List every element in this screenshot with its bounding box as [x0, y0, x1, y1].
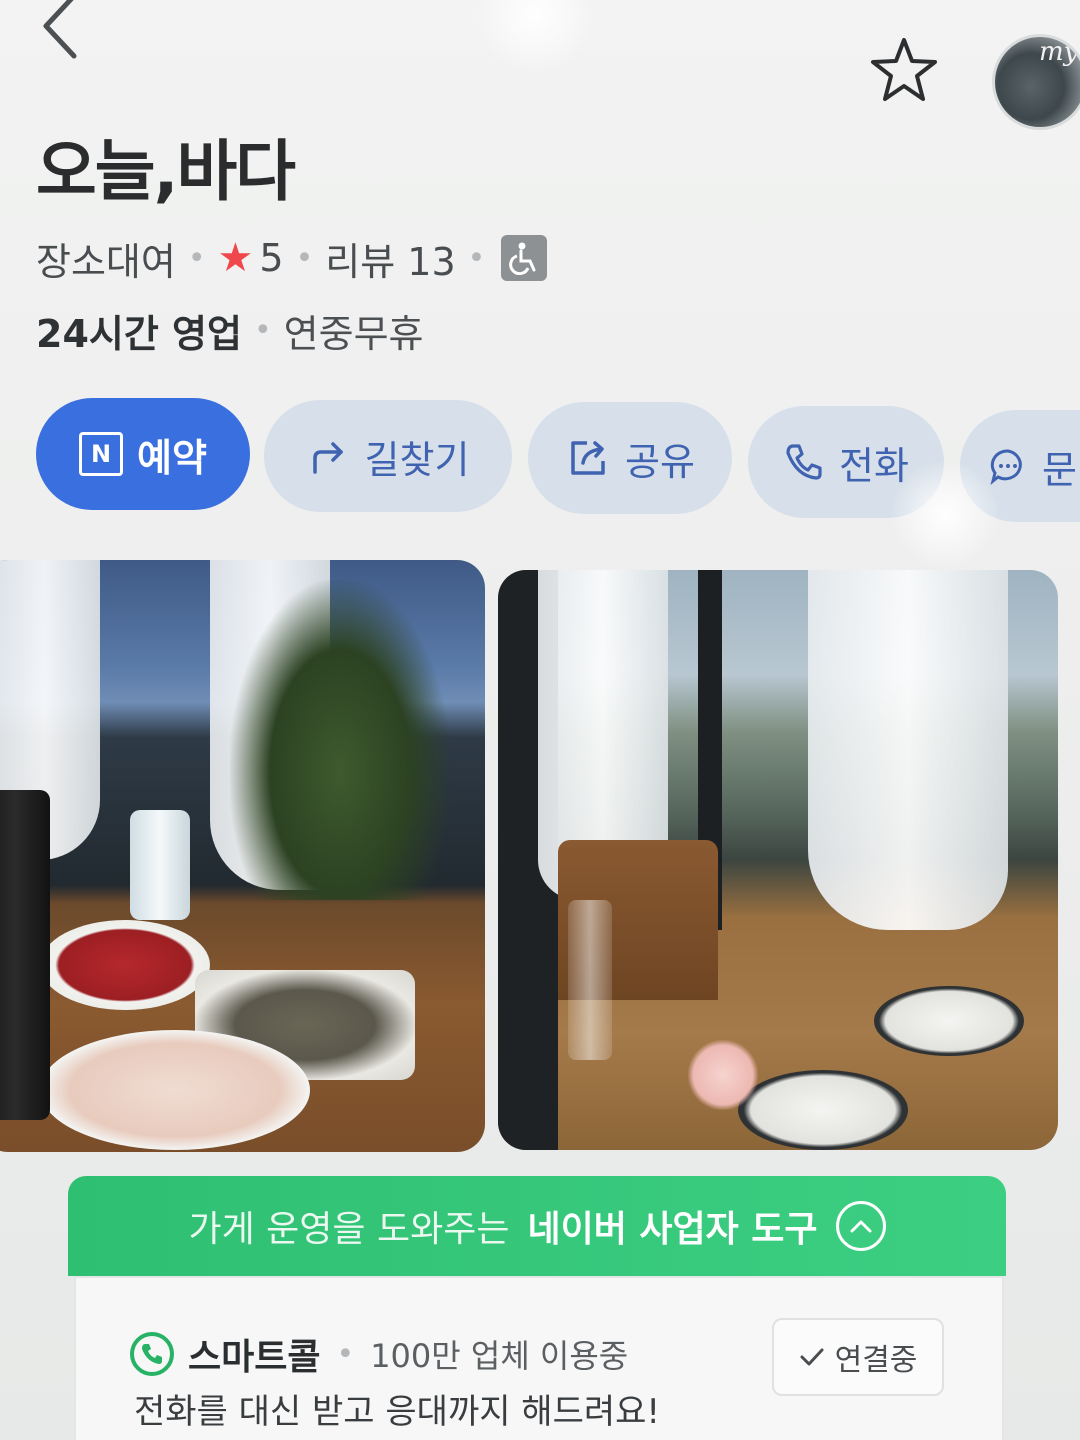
banner-text-prefix: 가게 운영을 도와주는 — [188, 1209, 510, 1250]
share-label: 공유 — [625, 439, 695, 484]
avatar[interactable]: my — [992, 34, 1080, 130]
wheelchair-icon — [501, 235, 548, 281]
inquiry-label: 문 — [1042, 447, 1077, 492]
rating-star-icon: ★ — [217, 235, 254, 281]
glass-image — [568, 900, 612, 1060]
business-hours: 24시간 영업 • 연중무휴 — [36, 302, 424, 358]
checkmark-icon — [800, 1348, 824, 1366]
place-category: 장소대여 — [36, 239, 176, 284]
connection-status-button[interactable]: 연결중 — [772, 1318, 944, 1396]
reserve-label: 예약 — [137, 435, 207, 480]
chat-bubble-icon — [988, 446, 1028, 486]
separator-dot: • — [336, 1336, 355, 1372]
directions-label: 길찾기 — [364, 437, 470, 482]
back-button[interactable] — [28, 0, 88, 60]
directions-button[interactable]: 길찾기 — [264, 400, 512, 512]
share-icon — [565, 435, 611, 481]
screen-glare — [470, 0, 600, 70]
flower-image — [688, 1040, 758, 1110]
chevron-left-icon — [43, 0, 77, 59]
smartcall-name: 스마트콜 — [188, 1337, 321, 1378]
phone-icon — [783, 441, 825, 483]
star-outline-icon — [871, 38, 937, 101]
hours-status: 24시간 영업 — [36, 311, 242, 356]
smartcall-usage: 100만 업체 이용중 — [370, 1337, 629, 1375]
smartcall-description: 전화를 대신 받고 응대까지 해드려요! — [134, 1392, 661, 1432]
connection-status-label: 연결중 — [834, 1343, 918, 1378]
closed-days: 연중무휴 — [283, 311, 424, 356]
call-label: 전화 — [839, 443, 909, 488]
naver-calendar-icon: N — [79, 432, 124, 476]
chevron-up-icon[interactable] — [835, 1201, 886, 1251]
place-meta: 장소대여 • ★ 5 • 리뷰 13 • — [36, 228, 548, 288]
curtain-shape — [808, 570, 1008, 930]
screen-glare — [890, 460, 1000, 570]
avatar-label: my — [1039, 37, 1079, 67]
fish-plate-image — [40, 1030, 310, 1150]
business-tools-banner[interactable]: 가게 운영을 도와주는 네이버 사업자 도구 — [68, 1176, 1006, 1276]
place-detail-screen: my 오늘,바다 장소대여 • ★ 5 • 리뷰 13 • 24시간 영업 • … — [0, 0, 1080, 1440]
white-plate-image — [738, 1070, 908, 1150]
place-rating: 5 — [259, 236, 284, 280]
directions-icon — [307, 434, 351, 478]
smartcall-header: 스마트콜 • 100만 업체 이용중 — [130, 1328, 628, 1380]
reserve-button[interactable]: N 예약 — [36, 398, 250, 510]
share-button[interactable]: 공유 — [528, 402, 732, 514]
separator-dot: • — [253, 312, 272, 348]
place-title: 오늘,바다 — [36, 133, 296, 210]
wine-bottle-image — [0, 790, 50, 1120]
place-photo-1[interactable] — [0, 560, 485, 1152]
smartcall-card: 스마트콜 • 100만 업체 이용중 전화를 대신 받고 응대까지 해드려요! … — [74, 1276, 1004, 1440]
water-bottle-image — [130, 810, 190, 920]
white-plate-image — [874, 986, 1024, 1056]
smartcall-phone-icon — [130, 1332, 174, 1376]
reviews-link[interactable]: 리뷰 13 — [325, 231, 455, 286]
separator-dot: • — [467, 240, 486, 276]
plant-image — [230, 580, 450, 900]
favorite-button[interactable] — [868, 34, 940, 106]
separator-dot: • — [187, 240, 206, 276]
red-plate-image — [40, 920, 210, 1010]
place-photo-2[interactable] — [498, 570, 1058, 1150]
banner-text-brand: 네이버 사업자 도구 — [527, 1209, 818, 1250]
separator-dot: • — [295, 240, 314, 276]
